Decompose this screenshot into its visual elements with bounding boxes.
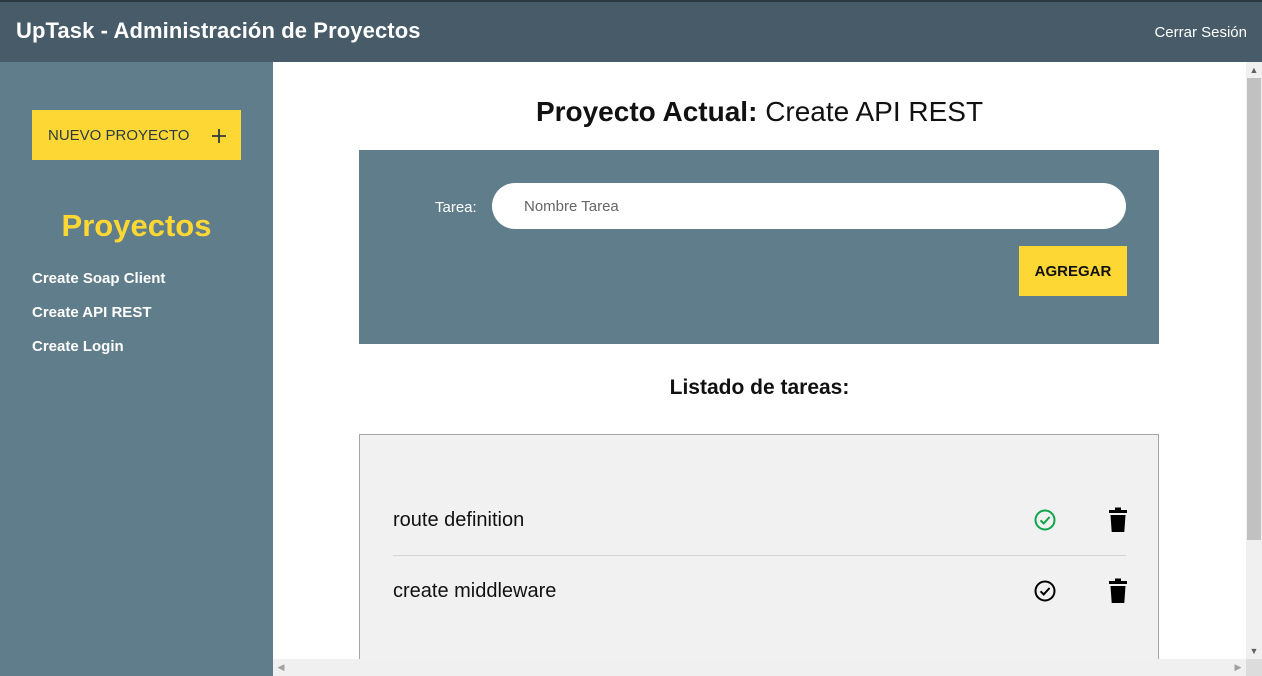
vertical-scrollbar[interactable]: ▲ ▼ bbox=[1246, 62, 1262, 659]
project-link-api-rest[interactable]: Create API REST bbox=[32, 304, 165, 324]
task-list: route definition create middleware bbox=[359, 434, 1159, 664]
project-list-item: Create Login bbox=[32, 338, 165, 358]
scroll-right-icon[interactable]: ▶ bbox=[1230, 659, 1246, 676]
task-row: create middleware bbox=[393, 556, 1129, 626]
task-name-input[interactable] bbox=[492, 183, 1126, 229]
scrollbar-corner bbox=[1246, 659, 1262, 676]
add-task-button[interactable]: AGREGAR bbox=[1019, 246, 1127, 296]
current-project-label: Proyecto Actual: bbox=[535, 96, 758, 127]
new-project-button[interactable]: NUEVO PROYECTO bbox=[32, 110, 241, 160]
task-list-heading: Listado de tareas: bbox=[669, 376, 850, 399]
logout-link[interactable]: Cerrar Sesión bbox=[1154, 24, 1247, 41]
check-circle-icon[interactable] bbox=[1033, 508, 1057, 532]
task-row: route definition bbox=[393, 485, 1129, 556]
project-link-login[interactable]: Create Login bbox=[32, 338, 165, 358]
new-task-form: Tarea: AGREGAR bbox=[359, 150, 1159, 344]
check-circle-icon[interactable] bbox=[1033, 579, 1057, 603]
app-title: UpTask - Administración de Proyectos bbox=[16, 18, 421, 43]
project-link-soap-client[interactable]: Create Soap Client bbox=[32, 270, 165, 290]
task-name: route definition bbox=[393, 508, 525, 531]
current-project-name: Create API REST bbox=[765, 96, 984, 127]
scroll-down-icon[interactable]: ▼ bbox=[1246, 643, 1262, 659]
vertical-scroll-thumb[interactable] bbox=[1247, 78, 1261, 540]
main-content: Proyecto Actual: Create API REST Tarea: … bbox=[273, 62, 1246, 664]
scroll-up-icon[interactable]: ▲ bbox=[1246, 62, 1262, 78]
top-header: UpTask - Administración de Proyectos Cer… bbox=[0, 0, 1262, 62]
scroll-left-icon[interactable]: ◀ bbox=[273, 659, 289, 676]
horizontal-scrollbar[interactable]: ◀ ▶ bbox=[273, 659, 1246, 676]
task-name: create middleware bbox=[393, 579, 557, 602]
trash-icon[interactable] bbox=[1107, 578, 1129, 604]
project-list-item: Create Soap Client bbox=[32, 270, 165, 290]
sidebar: NUEVO PROYECTO Proyectos Create Soap Cli… bbox=[0, 62, 273, 676]
page-title: Proyecto Actual: Create API REST bbox=[273, 96, 1246, 128]
projects-heading: Proyectos bbox=[61, 208, 212, 243]
project-list-item: Create API REST bbox=[32, 304, 165, 324]
task-field-label: Tarea: bbox=[435, 199, 477, 216]
trash-icon[interactable] bbox=[1107, 507, 1129, 533]
project-list: Create Soap Client Create API REST Creat… bbox=[32, 270, 165, 372]
plus-icon bbox=[211, 122, 227, 148]
new-project-label: NUEVO PROYECTO bbox=[48, 126, 190, 144]
